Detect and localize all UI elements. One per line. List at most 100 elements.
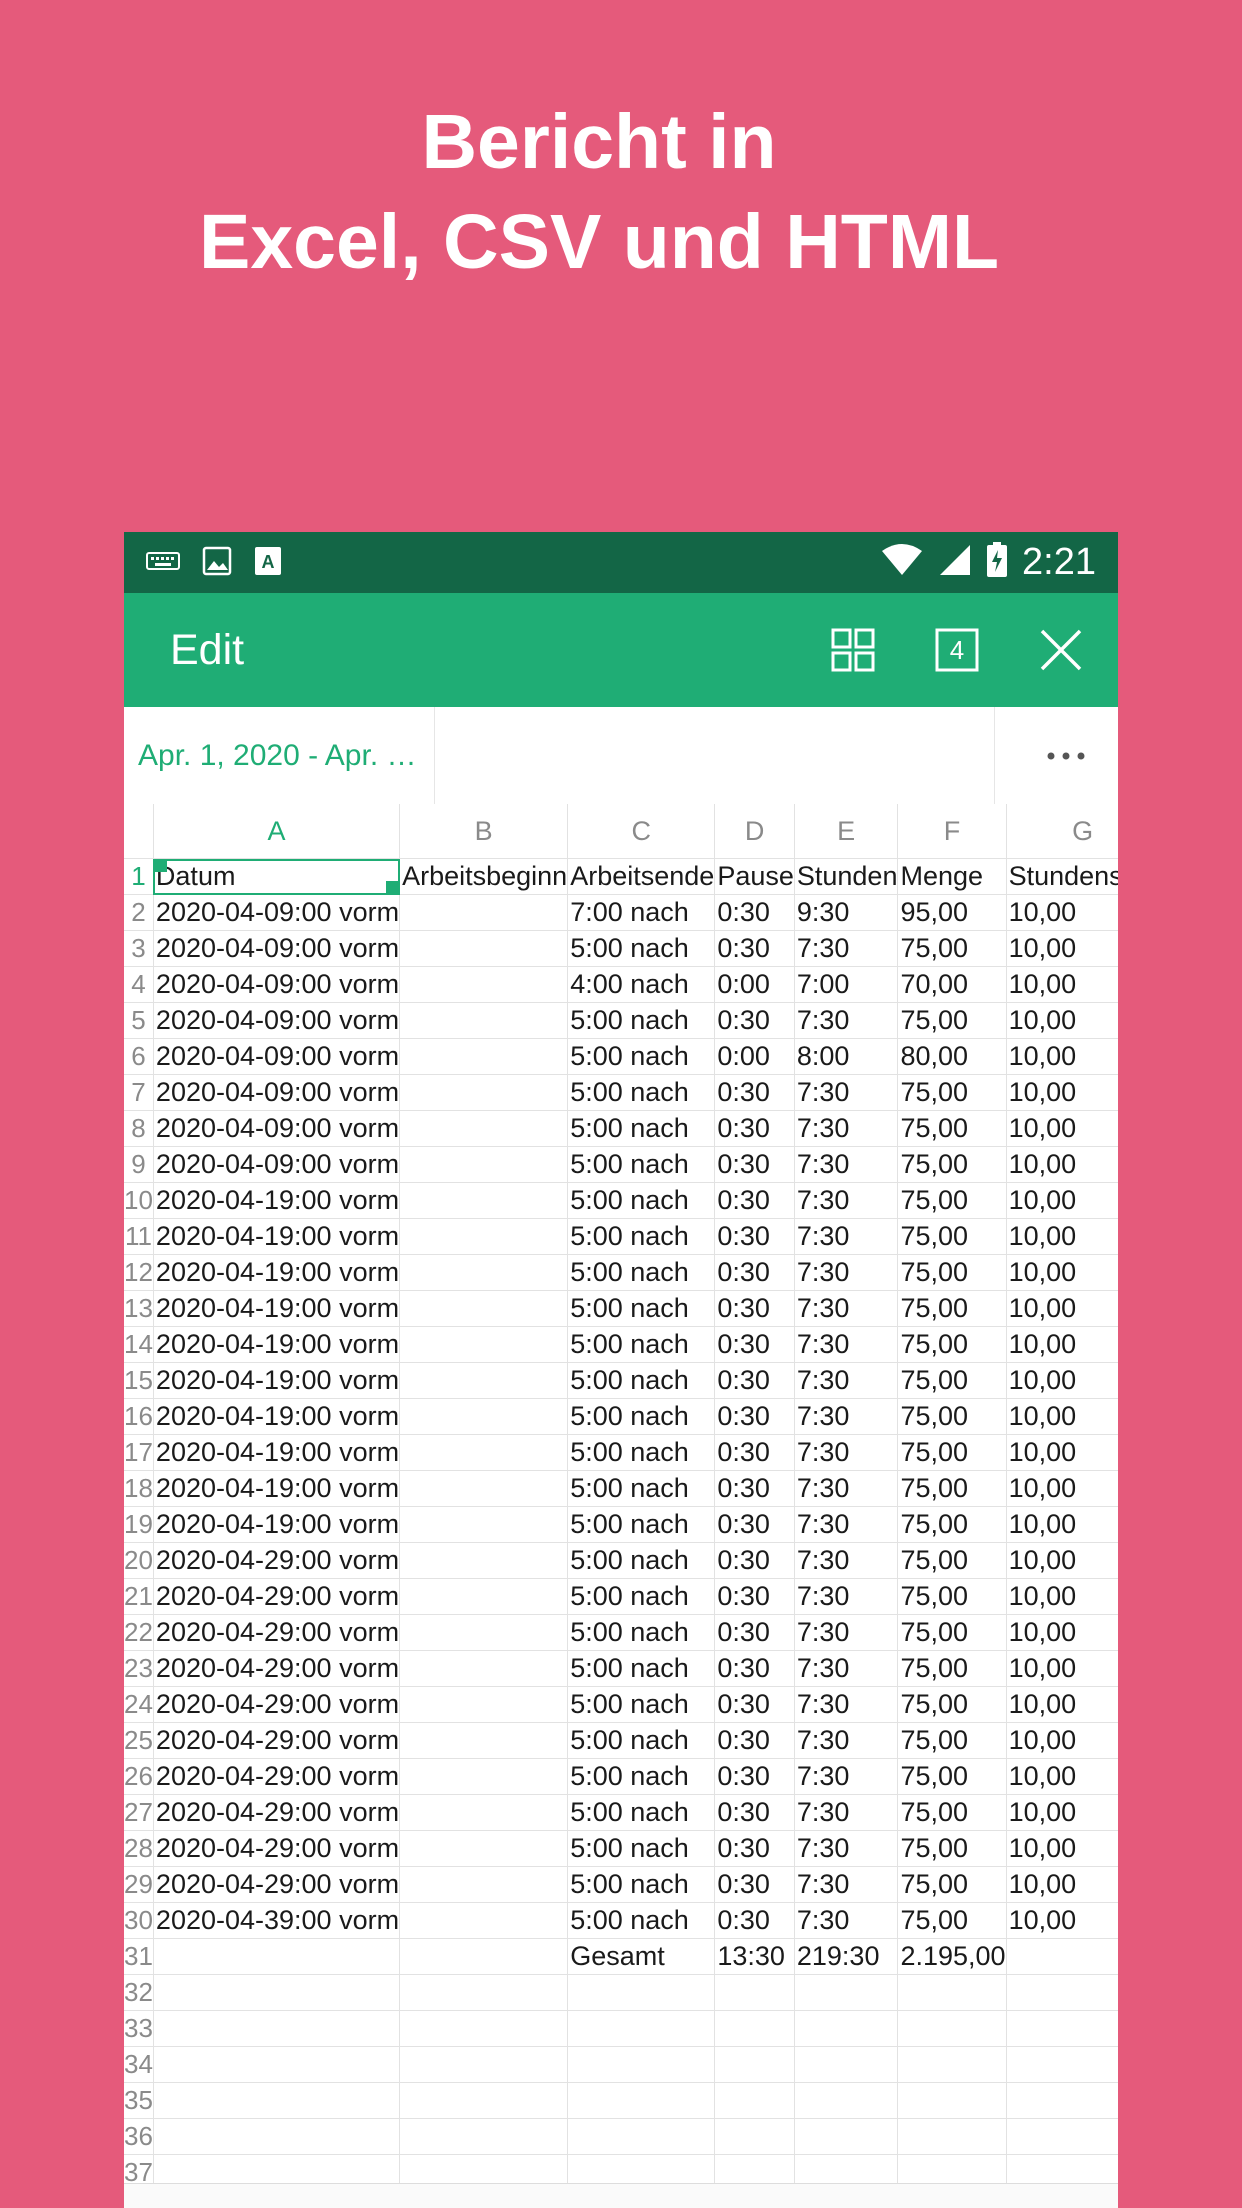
cell[interactable]: 75,00 <box>897 1722 1007 1759</box>
cell[interactable]: 0:30 <box>714 1218 795 1255</box>
cell[interactable] <box>714 2010 795 2047</box>
cell[interactable] <box>1006 2082 1118 2119</box>
close-icon[interactable] <box>1038 627 1084 673</box>
cell[interactable]: 75,00 <box>897 1398 1007 1435</box>
cell[interactable] <box>399 1362 569 1399</box>
cell[interactable]: 10,00 <box>1006 1614 1118 1651</box>
cell[interactable]: 0:30 <box>714 1398 795 1435</box>
row-number[interactable]: 23 <box>124 1650 154 1687</box>
cell[interactable]: Pause <box>714 858 795 895</box>
cell[interactable] <box>399 1686 569 1723</box>
cell[interactable]: 7:30 <box>794 1866 899 1903</box>
cell[interactable]: 7:30 <box>794 1686 899 1723</box>
row-number[interactable]: 10 <box>124 1182 154 1219</box>
cell[interactable] <box>399 894 569 931</box>
cell[interactable]: 5:00 nach <box>567 1038 716 1075</box>
cell[interactable]: 5:00 nach <box>567 1362 716 1399</box>
cell[interactable] <box>399 1038 569 1075</box>
cell[interactable]: 2020-04-09:00 vorm <box>153 1110 401 1147</box>
cell[interactable]: 0:00 <box>714 1038 795 1075</box>
row-number[interactable]: 1 <box>124 858 154 895</box>
cell[interactable] <box>1006 1974 1118 2011</box>
cell[interactable]: 2020-04-09:00 vorm <box>153 894 401 931</box>
row-number[interactable]: 3 <box>124 930 154 967</box>
cell[interactable]: 7:30 <box>794 1182 899 1219</box>
cell[interactable]: 10,00 <box>1006 1398 1118 1435</box>
cell[interactable] <box>153 1938 401 1975</box>
cell[interactable]: 2020-04-29:00 vorm <box>153 1722 401 1759</box>
cell[interactable]: 7:30 <box>794 1794 899 1831</box>
column-header-g[interactable]: G <box>1006 804 1118 859</box>
cell[interactable]: 75,00 <box>897 1650 1007 1687</box>
cell[interactable] <box>399 1290 569 1327</box>
cell[interactable]: 8:00 <box>794 1038 899 1075</box>
cell[interactable]: 75,00 <box>897 1866 1007 1903</box>
cell[interactable]: 5:00 nach <box>567 1506 716 1543</box>
cell[interactable] <box>399 2046 569 2083</box>
cell[interactable] <box>399 1254 569 1291</box>
cell[interactable]: 7:30 <box>794 1146 899 1183</box>
cell[interactable]: 2020-04-19:00 vorm <box>153 1326 401 1363</box>
cell[interactable]: 2020-04-29:00 vorm <box>153 1542 401 1579</box>
cell[interactable]: 5:00 nach <box>567 1794 716 1831</box>
cell[interactable]: 5:00 nach <box>567 1902 716 1939</box>
cell[interactable]: 7:30 <box>794 1362 899 1399</box>
cell[interactable]: 5:00 nach <box>567 1290 716 1327</box>
cell[interactable]: 2020-04-19:00 vorm <box>153 1182 401 1219</box>
cell[interactable]: 10,00 <box>1006 1146 1118 1183</box>
cell[interactable] <box>399 1326 569 1363</box>
cell[interactable] <box>399 1650 569 1687</box>
cell[interactable]: Arbeitsende <box>567 858 716 895</box>
cell[interactable] <box>153 2082 401 2119</box>
cell[interactable] <box>567 2046 716 2083</box>
cell[interactable]: 75,00 <box>897 1794 1007 1831</box>
cell[interactable]: 10,00 <box>1006 1506 1118 1543</box>
cell[interactable]: 75,00 <box>897 1542 1007 1579</box>
row-number[interactable]: 5 <box>124 1002 154 1039</box>
row-number[interactable]: 2 <box>124 894 154 931</box>
cell[interactable] <box>897 2082 1007 2119</box>
cell[interactable] <box>399 1938 569 1975</box>
row-number[interactable]: 30 <box>124 1902 154 1939</box>
cell[interactable]: 0:30 <box>714 1146 795 1183</box>
cell[interactable]: 5:00 nach <box>567 1182 716 1219</box>
cell[interactable]: 13:30 <box>714 1938 795 1975</box>
cell[interactable] <box>567 1974 716 2011</box>
cell[interactable]: 2020-04-29:00 vorm <box>153 1794 401 1831</box>
cell[interactable] <box>399 1758 569 1795</box>
cell[interactable]: 0:30 <box>714 1470 795 1507</box>
cell[interactable] <box>399 1794 569 1831</box>
row-number[interactable]: 27 <box>124 1794 154 1831</box>
cell[interactable] <box>153 2118 401 2155</box>
cell[interactable]: 2020-04-09:00 vorm <box>153 1038 401 1075</box>
cell[interactable]: 0:30 <box>714 1254 795 1291</box>
column-header-d[interactable]: D <box>714 804 795 859</box>
cell[interactable]: 0:30 <box>714 1182 795 1219</box>
cell[interactable]: 0:30 <box>714 1614 795 1651</box>
cell[interactable]: Menge <box>897 858 1007 895</box>
cell[interactable]: 5:00 nach <box>567 1866 716 1903</box>
cell[interactable]: 5:00 nach <box>567 930 716 967</box>
selected-cell[interactable]: Datum <box>153 858 401 895</box>
cell[interactable]: 75,00 <box>897 1758 1007 1795</box>
cell[interactable]: 80,00 <box>897 1038 1007 1075</box>
cell[interactable]: 5:00 nach <box>567 1830 716 1867</box>
cell[interactable]: 2020-04-09:00 vorm <box>153 930 401 967</box>
column-header-a[interactable]: A <box>153 804 401 859</box>
row-number[interactable]: 29 <box>124 1866 154 1903</box>
cell[interactable]: 75,00 <box>897 1506 1007 1543</box>
row-number[interactable]: 32 <box>124 1974 154 2011</box>
cell[interactable]: 10,00 <box>1006 1866 1118 1903</box>
cell[interactable] <box>714 2118 795 2155</box>
cell[interactable]: 0:30 <box>714 1866 795 1903</box>
cell[interactable]: 5:00 nach <box>567 1146 716 1183</box>
cell[interactable] <box>714 1974 795 2011</box>
cell[interactable]: 10,00 <box>1006 1074 1118 1111</box>
cell[interactable]: 0:30 <box>714 1758 795 1795</box>
cell[interactable]: 0:30 <box>714 1542 795 1579</box>
cell[interactable]: 0:30 <box>714 1794 795 1831</box>
row-number[interactable]: 9 <box>124 1146 154 1183</box>
cell[interactable] <box>794 2082 899 2119</box>
cell[interactable]: Gesamt <box>567 1938 716 1975</box>
cell[interactable]: 2020-04-19:00 vorm <box>153 1398 401 1435</box>
